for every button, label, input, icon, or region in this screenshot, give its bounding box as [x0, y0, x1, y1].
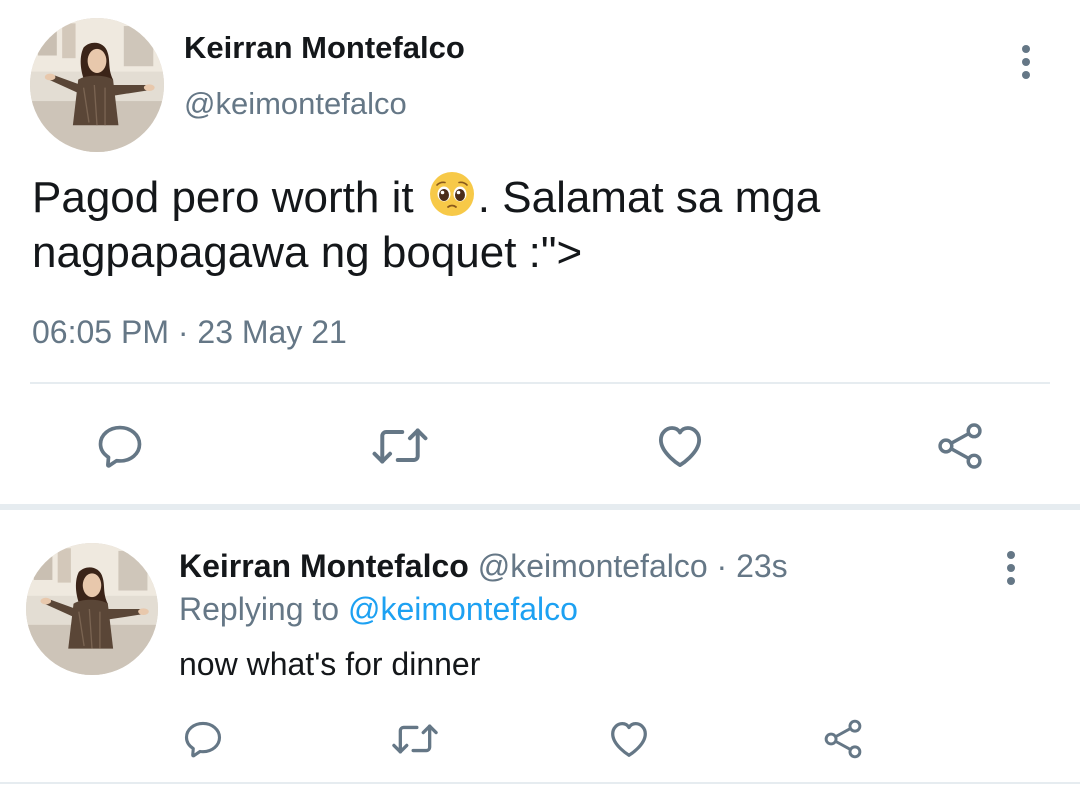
bottom-divider	[0, 782, 1080, 784]
main-tweet-divider	[30, 382, 1050, 384]
main-tweet-date: 23 May 21	[197, 314, 347, 350]
reply-tweet-text: now what's for dinner	[179, 646, 481, 682]
main-tweet-avatar[interactable]	[30, 18, 164, 152]
like-icon	[606, 716, 652, 762]
reply-tweet-author-name[interactable]: Keirran Montefalco	[179, 548, 469, 584]
replying-to-line: Replying to @keimontefalco	[179, 591, 578, 628]
main-tweet-like-button[interactable]	[652, 418, 708, 474]
reply-tweet-retweet-button[interactable]	[388, 716, 442, 762]
main-tweet-timestamp[interactable]: 06:05 PM · 23 May 21	[32, 314, 347, 351]
like-icon	[653, 419, 707, 473]
reply-tweet-avatar[interactable]	[26, 543, 158, 675]
main-tweet-text: Pagod pero worth it . Salamat sa mga nag…	[32, 170, 1032, 280]
dot	[1007, 564, 1015, 572]
dot	[1022, 58, 1030, 66]
reply-icon	[181, 717, 225, 761]
reply-tweet-more-options-icon[interactable]	[994, 548, 1028, 588]
replying-to-handle-link[interactable]: @keimontefalco	[348, 591, 578, 627]
reply-tweet-author-handle[interactable]: @keimontefalco	[478, 548, 708, 584]
main-tweet-share-button[interactable]	[932, 418, 988, 474]
reply-tweet-share-button[interactable]	[820, 716, 866, 762]
dot	[1007, 577, 1015, 585]
reply-tweet-reply-button[interactable]	[180, 716, 226, 762]
timestamp-separator: ·	[168, 314, 198, 350]
share-icon	[821, 717, 865, 761]
section-divider	[0, 504, 1080, 510]
dot	[1007, 551, 1015, 559]
dot	[1022, 71, 1030, 79]
reply-tweet-time[interactable]: 23s	[736, 548, 788, 584]
pleading-face-emoji-icon	[428, 170, 476, 218]
main-tweet-author-handle[interactable]: @keimontefalco	[184, 86, 407, 122]
main-tweet-author-name[interactable]: Keirran Montefalco	[184, 30, 465, 66]
retweet-icon	[389, 717, 441, 761]
retweet-icon	[369, 419, 431, 473]
replying-to-label: Replying to	[179, 591, 348, 627]
reply-tweet-header: Keirran Montefalco @keimontefalco · 23s	[179, 548, 788, 585]
main-tweet-time: 06:05 PM	[32, 314, 169, 350]
reply-header-separator: ·	[707, 548, 737, 584]
reply-icon	[94, 420, 146, 472]
dot	[1022, 45, 1030, 53]
share-icon	[934, 420, 986, 472]
main-tweet-text-part-1: Pagod pero worth it	[32, 173, 426, 222]
main-tweet-retweet-button[interactable]	[368, 418, 432, 474]
main-tweet-more-options-icon[interactable]	[1008, 42, 1044, 82]
main-tweet-reply-button[interactable]	[92, 418, 148, 474]
reply-tweet-like-button[interactable]	[604, 716, 654, 762]
